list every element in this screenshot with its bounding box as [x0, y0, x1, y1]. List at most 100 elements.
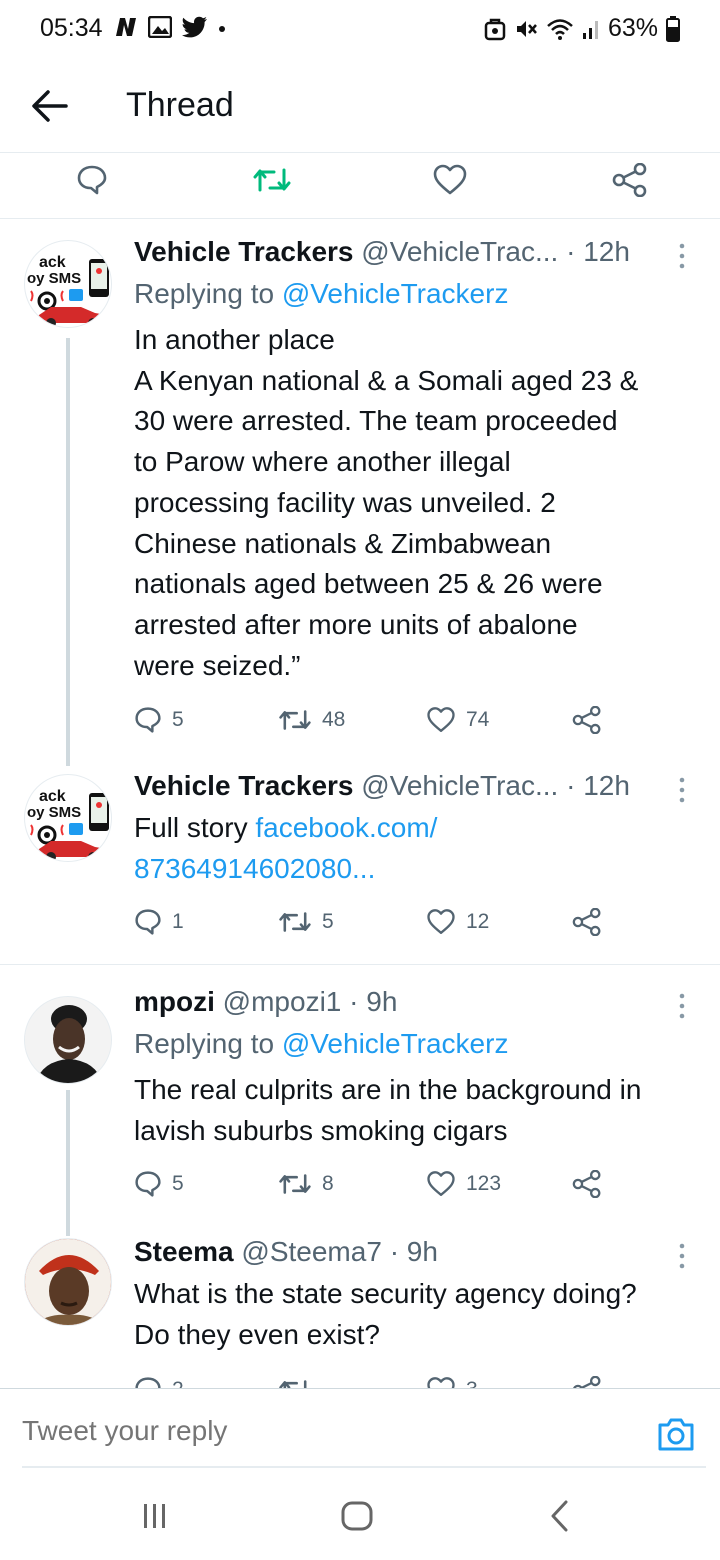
user-handle[interactable]: @Steema7 — [241, 1236, 382, 1267]
status-bar: 05:34 63% — [0, 0, 720, 60]
svg-text:ack: ack — [39, 254, 66, 271]
reply-icon — [135, 909, 161, 935]
facebook-link[interactable]: facebook.com/ — [255, 812, 437, 843]
reply-button[interactable]: 2 — [134, 1370, 184, 1388]
share-icon — [572, 1170, 601, 1198]
reply-icon — [135, 1377, 161, 1388]
display-name[interactable]: Vehicle Trackers — [134, 236, 354, 267]
status-time: 05:34 — [40, 14, 103, 42]
replying-to: Replying to @VehicleTrackerz — [134, 278, 509, 309]
share-icon — [572, 908, 601, 936]
like-button[interactable]: 123 — [426, 1164, 501, 1204]
vehicle-trackers-logo-icon: ack oy SMS — [27, 254, 109, 327]
retweet-button[interactable]: 8 — [278, 1164, 334, 1204]
retweet-button[interactable] — [252, 150, 292, 210]
replying-to-link[interactable]: @VehicleTrackerz — [282, 1028, 509, 1059]
retweet-button[interactable]: 48 — [278, 700, 345, 740]
display-name[interactable]: mpozi — [134, 986, 215, 1017]
wifi-icon — [547, 18, 573, 40]
replying-to-link[interactable]: @VehicleTrackerz — [282, 278, 509, 309]
retweet-icon — [279, 1380, 307, 1388]
reply-icon — [135, 1171, 161, 1197]
like-count: 12 — [466, 910, 490, 933]
mute-icon — [516, 20, 537, 37]
battery-icon — [666, 15, 680, 42]
avatar[interactable]: ack oy SMS — [24, 774, 112, 862]
display-name[interactable]: Vehicle Trackers — [134, 770, 354, 801]
svg-text:oy SMS: oy SMS — [27, 270, 81, 287]
system-nav-bar — [0, 1470, 720, 1560]
like-icon — [427, 707, 455, 732]
like-button[interactable]: 3 — [426, 1370, 478, 1388]
tweet-text: Full story facebook.com/ 87364914602080.… — [134, 812, 438, 884]
user-avatar-icon — [25, 1239, 111, 1325]
back-arrow-icon[interactable] — [30, 88, 70, 124]
tweet-metrics: 5 48 74 — [134, 700, 614, 740]
actions-divider — [0, 218, 720, 219]
reply-composer — [0, 1388, 720, 1468]
tweet-metrics: 5 8 123 — [134, 1164, 614, 1204]
tweet-text: The real culprits are in the background … — [134, 1074, 642, 1146]
display-name[interactable]: Steema — [134, 1236, 234, 1267]
like-button[interactable]: 74 — [426, 700, 489, 740]
battery-percent: 63% — [607, 14, 658, 42]
conversation-divider — [0, 964, 720, 965]
user-handle[interactable]: @VehicleTrac... — [361, 770, 558, 801]
recent-apps-icon[interactable] — [142, 1498, 168, 1534]
svg-text:ack: ack — [39, 788, 66, 805]
like-icon — [427, 1171, 455, 1197]
retweet-button[interactable] — [278, 1370, 312, 1388]
more-options-icon[interactable] — [676, 776, 688, 804]
svg-text:oy SMS: oy SMS — [27, 804, 81, 821]
like-count: 123 — [466, 1172, 502, 1195]
vehicle-trackers-logo-icon: ack oy SMS — [27, 788, 109, 861]
user-handle[interactable]: @mpozi1 — [223, 986, 342, 1017]
page-title: Thread — [126, 86, 234, 124]
user-avatar-icon — [25, 997, 111, 1083]
retweet-button[interactable]: 5 — [278, 902, 334, 942]
reply-button[interactable]: 1 — [134, 902, 184, 942]
like-icon — [427, 1377, 455, 1388]
tweet-text: What is the state security agency doing?… — [134, 1278, 637, 1350]
main-tweet-actions — [0, 150, 720, 210]
retweet-count: 8 — [322, 1172, 334, 1195]
reply-icon — [77, 165, 107, 195]
avatar[interactable]: ack oy SMS — [24, 240, 112, 328]
reply-underline — [22, 1466, 706, 1468]
user-handle[interactable]: @VehicleTrac... — [361, 236, 558, 267]
like-button[interactable]: 12 — [426, 902, 489, 942]
more-options-icon[interactable] — [676, 242, 688, 270]
reply-button[interactable] — [76, 150, 108, 210]
avatar[interactable] — [24, 996, 112, 1084]
retweet-icon — [279, 710, 311, 730]
reply-icon — [135, 707, 161, 733]
notification-n-icon — [116, 18, 136, 36]
share-button[interactable] — [572, 1370, 602, 1388]
like-icon — [427, 909, 455, 934]
reply-count: 1 — [172, 910, 184, 933]
reply-count: 5 — [172, 708, 184, 731]
tweet-metrics: 1 5 12 — [134, 902, 614, 942]
tweet-time: · 12h — [566, 236, 630, 267]
back-icon[interactable] — [548, 1498, 570, 1534]
share-button[interactable] — [572, 700, 602, 740]
home-icon[interactable] — [340, 1498, 374, 1534]
tweet-text: In another place A Kenyan national & a S… — [134, 324, 639, 681]
share-button[interactable] — [572, 1164, 602, 1204]
avatar[interactable] — [24, 1238, 112, 1326]
more-options-icon[interactable] — [676, 992, 688, 1020]
camera-icon[interactable] — [656, 1413, 696, 1453]
reply-input[interactable] — [22, 1415, 582, 1447]
share-button[interactable] — [612, 150, 648, 210]
reply-button[interactable]: 5 — [134, 700, 184, 740]
tweet-time: · 9h — [349, 986, 398, 1017]
like-button[interactable] — [432, 150, 468, 210]
replying-to: Replying to @VehicleTrackerz — [134, 1028, 509, 1059]
more-options-icon[interactable] — [676, 1242, 688, 1270]
thread-line — [66, 338, 70, 766]
reply-button[interactable]: 5 — [134, 1164, 184, 1204]
facebook-link-continued[interactable]: 87364914602080... — [134, 853, 375, 884]
share-icon — [573, 1376, 601, 1388]
share-icon — [572, 706, 601, 734]
share-button[interactable] — [572, 902, 602, 942]
